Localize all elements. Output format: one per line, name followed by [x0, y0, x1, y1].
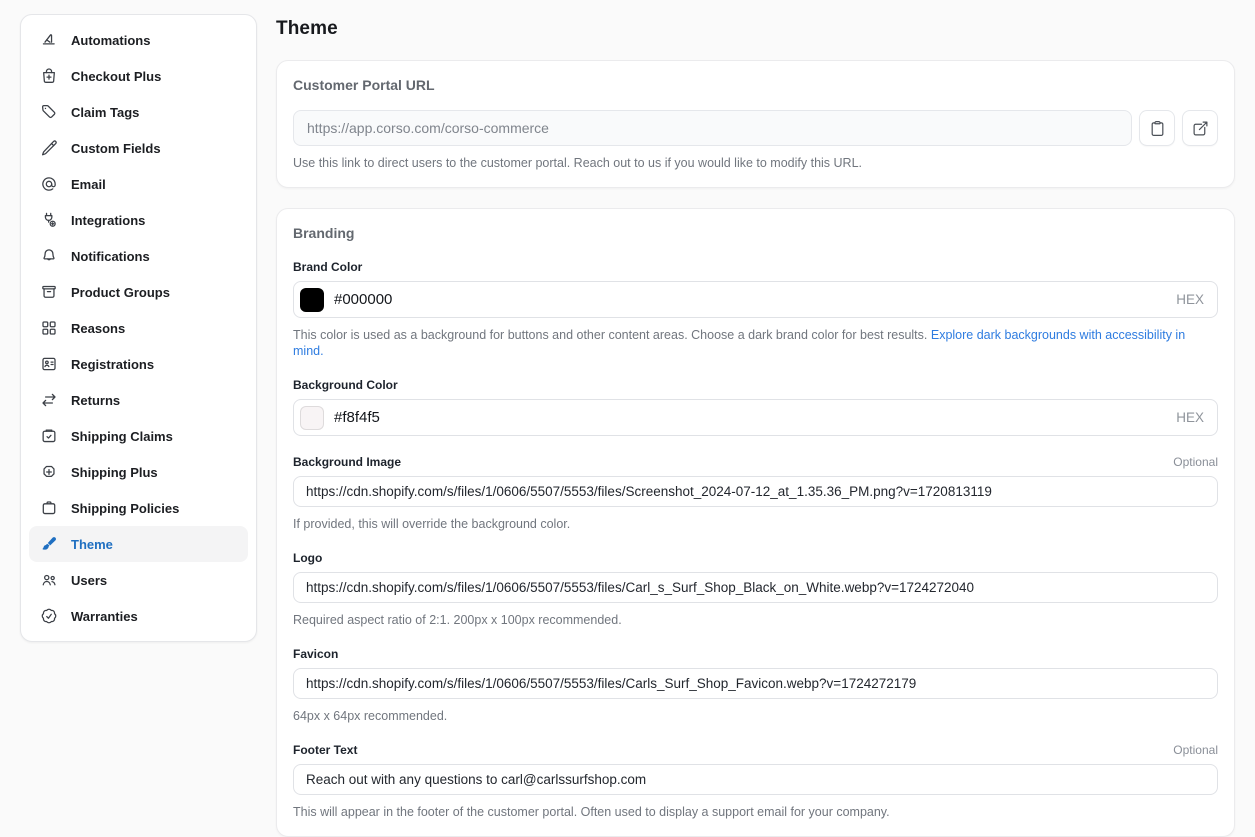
sidebar-item-label: Reasons	[71, 321, 125, 336]
pen-icon	[40, 139, 58, 157]
sidebar-item-registrations[interactable]: Registrations	[29, 346, 248, 382]
footer-text-optional-badge: Optional	[1173, 743, 1218, 757]
grid-icon	[40, 319, 58, 337]
sidebar-item-shipping-policies[interactable]: Shipping Policies	[29, 490, 248, 526]
sidebar-item-email[interactable]: Email	[29, 166, 248, 202]
id-card-icon	[40, 355, 58, 373]
sidebar-item-claim-tags[interactable]: Claim Tags	[29, 94, 248, 130]
plus-badge-icon	[40, 463, 58, 481]
customer-portal-url-card: Customer Portal URL Use this link to dir…	[276, 60, 1235, 188]
sidebar-item-label: Shipping Policies	[71, 501, 179, 516]
megaphone-icon	[40, 31, 58, 49]
briefcase-box-icon	[40, 499, 58, 517]
sidebar-item-label: Warranties	[71, 609, 138, 624]
brand-color-hex-suffix: HEX	[1176, 292, 1204, 307]
brand-color-label: Brand Color	[293, 260, 362, 274]
portal-url-helper: Use this link to direct users to the cus…	[293, 155, 1218, 171]
clipboard-icon	[1149, 120, 1166, 137]
sidebar-item-label: Theme	[71, 537, 113, 552]
footer-text-label: Footer Text	[293, 743, 357, 757]
logo-label: Logo	[293, 551, 322, 565]
check-badge-icon	[40, 607, 58, 625]
brand-color-helper: This color is used as a background for b…	[293, 327, 1218, 359]
sidebar-item-label: Custom Fields	[71, 141, 161, 156]
page-title: Theme	[276, 18, 1235, 40]
at-symbol-icon	[40, 175, 58, 193]
archive-box-icon	[40, 283, 58, 301]
favicon-label: Favicon	[293, 647, 338, 661]
footer-text-helper: This will appear in the footer of the cu…	[293, 804, 1218, 820]
footer-text-field: Footer Text Optional This will appear in…	[293, 743, 1218, 820]
sidebar-item-product-groups[interactable]: Product Groups	[29, 274, 248, 310]
sidebar-item-label: Claim Tags	[71, 105, 139, 120]
background-image-helper: If provided, this will override the back…	[293, 516, 1218, 532]
branding-card-heading: Branding	[293, 225, 1218, 241]
box-check-icon	[40, 427, 58, 445]
sidebar-item-label: Users	[71, 573, 107, 588]
favicon-helper: 64px x 64px recommended.	[293, 708, 1218, 724]
shopping-bag-plus-icon	[40, 67, 58, 85]
copy-url-button[interactable]	[1139, 110, 1175, 146]
bell-icon	[40, 247, 58, 265]
sidebar-item-users[interactable]: Users	[29, 562, 248, 598]
sidebar-item-automations[interactable]: Automations	[29, 22, 248, 58]
sidebar-item-custom-fields[interactable]: Custom Fields	[29, 130, 248, 166]
sidebar-item-label: Product Groups	[71, 285, 170, 300]
sidebar-item-warranties[interactable]: Warranties	[29, 598, 248, 634]
background-color-hex-suffix: HEX	[1176, 410, 1204, 425]
sidebar-item-theme[interactable]: Theme	[29, 526, 248, 562]
sidebar-item-label: Checkout Plus	[71, 69, 161, 84]
sidebar-item-integrations[interactable]: Integrations	[29, 202, 248, 238]
background-color-swatch[interactable]	[300, 406, 324, 430]
plug-plus-icon	[40, 211, 58, 229]
tag-icon	[40, 103, 58, 121]
sidebar-item-label: Shipping Plus	[71, 465, 158, 480]
sidebar-item-label: Notifications	[71, 249, 150, 264]
external-link-icon	[1192, 120, 1209, 137]
sidebar-item-reasons[interactable]: Reasons	[29, 310, 248, 346]
brand-color-input[interactable]: #000000 HEX	[293, 281, 1218, 318]
footer-text-input[interactable]	[293, 764, 1218, 795]
background-color-field: Background Color #f8f4f5 HEX	[293, 378, 1218, 436]
sidebar-item-label: Automations	[71, 33, 150, 48]
sidebar-item-shipping-plus[interactable]: Shipping Plus	[29, 454, 248, 490]
main-content: Theme Customer Portal URL Use this link …	[276, 18, 1235, 837]
background-image-field: Background Image Optional If provided, t…	[293, 455, 1218, 532]
background-color-value: #f8f4f5	[334, 409, 380, 426]
portal-url-input[interactable]	[293, 110, 1132, 146]
brand-color-field: Brand Color #000000 HEX This color is us…	[293, 260, 1218, 359]
favicon-field: Favicon 64px x 64px recommended.	[293, 647, 1218, 724]
logo-helper: Required aspect ratio of 2:1. 200px x 10…	[293, 612, 1218, 628]
sidebar-item-label: Integrations	[71, 213, 145, 228]
sidebar-item-shipping-claims[interactable]: Shipping Claims	[29, 418, 248, 454]
favicon-input[interactable]	[293, 668, 1218, 699]
open-url-button[interactable]	[1182, 110, 1218, 146]
background-image-label: Background Image	[293, 455, 401, 469]
branding-card: Branding Brand Color #000000 HEX This co…	[276, 208, 1235, 837]
sidebar-item-label: Returns	[71, 393, 120, 408]
brand-color-swatch[interactable]	[300, 288, 324, 312]
sidebar-item-label: Shipping Claims	[71, 429, 173, 444]
paintbrush-icon	[40, 535, 58, 553]
logo-input[interactable]	[293, 572, 1218, 603]
background-color-label: Background Color	[293, 378, 398, 392]
sidebar-item-notifications[interactable]: Notifications	[29, 238, 248, 274]
background-image-input[interactable]	[293, 476, 1218, 507]
sidebar-item-checkout-plus[interactable]: Checkout Plus	[29, 58, 248, 94]
users-icon	[40, 571, 58, 589]
sidebar: Automations Checkout Plus Claim Tags Cus…	[20, 14, 257, 642]
logo-field: Logo Required aspect ratio of 2:1. 200px…	[293, 551, 1218, 628]
sidebar-item-label: Registrations	[71, 357, 154, 372]
brand-color-value: #000000	[334, 291, 392, 308]
arrows-right-left-icon	[40, 391, 58, 409]
sidebar-item-returns[interactable]: Returns	[29, 382, 248, 418]
background-color-input[interactable]: #f8f4f5 HEX	[293, 399, 1218, 436]
portal-card-heading: Customer Portal URL	[293, 77, 1218, 93]
background-image-optional-badge: Optional	[1173, 455, 1218, 469]
sidebar-item-label: Email	[71, 177, 106, 192]
